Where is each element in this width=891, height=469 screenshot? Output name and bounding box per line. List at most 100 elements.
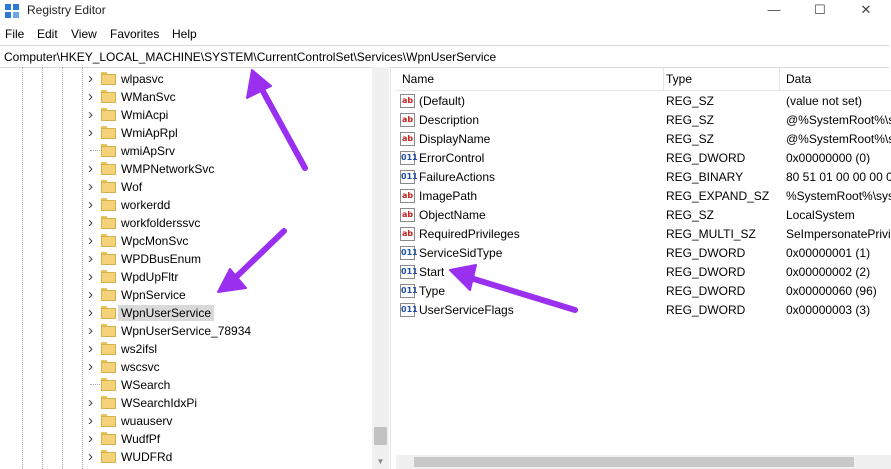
menu-file[interactable]: File: [5, 27, 24, 41]
values-list[interactable]: Name Type Data ab (Default) REG_SZ (value n…: [396, 67, 891, 469]
tree-item-label[interactable]: WpnUserService_78934: [118, 323, 254, 339]
menu-help[interactable]: Help: [172, 27, 197, 41]
tree-item-label[interactable]: Wof: [118, 179, 145, 195]
tree-item[interactable]: › WpnUserService_78934: [0, 322, 372, 340]
chevron-right-icon[interactable]: ›: [88, 269, 98, 284]
menu-view[interactable]: View: [71, 27, 97, 41]
value-row[interactable]: ab (Default) REG_SZ (value not set): [396, 92, 891, 111]
tree-item[interactable]: › WpdUpFltr: [0, 268, 372, 286]
chevron-right-icon[interactable]: ›: [88, 89, 98, 104]
tree-item-label-selected[interactable]: WpnUserService: [118, 305, 215, 321]
tree-item[interactable]: › Wof: [0, 178, 372, 196]
chevron-right-icon[interactable]: ›: [88, 107, 98, 122]
chevron-right-icon[interactable]: ›: [88, 179, 98, 194]
tree-item-label[interactable]: wlpasvc: [118, 71, 167, 87]
value-data: %SystemRoot%\sys: [786, 189, 891, 203]
tree-item-label[interactable]: WpnService: [118, 287, 189, 303]
chevron-right-icon[interactable]: ›: [88, 395, 98, 410]
chevron-right-icon[interactable]: ›: [88, 287, 98, 302]
tree-item-label[interactable]: WmiAcpi: [118, 107, 171, 123]
chevron-right-icon[interactable]: ›: [88, 341, 98, 356]
value-row[interactable]: 011 Start REG_DWORD 0x00000002 (2): [396, 263, 891, 282]
address-bar[interactable]: Computer\HKEY_LOCAL_MACHINE\SYSTEM\Curre…: [0, 45, 889, 68]
tree-item[interactable]: › WpnService: [0, 286, 372, 304]
value-row[interactable]: 011 FailureActions REG_BINARY 80 51 01 00 0…: [396, 168, 891, 187]
tree-item[interactable]: › WpnUserService: [0, 304, 372, 322]
registry-key-tree[interactable]: › wlpasvc › WManSvc › WmiAcpi › WmiApRpl wmiApSr…: [0, 67, 391, 469]
tree-item[interactable]: › WudfPf: [0, 430, 372, 448]
folder-icon: [101, 234, 116, 247]
chevron-right-icon[interactable]: ›: [88, 305, 98, 320]
tree-item[interactable]: › workerdd: [0, 196, 372, 214]
value-row[interactable]: 011 ServiceSidType REG_DWORD 0x00000001 (1): [396, 244, 891, 263]
tree-item-label[interactable]: workerdd: [118, 197, 173, 213]
value-row[interactable]: ab DisplayName REG_SZ @%SystemRoot%\sys: [396, 130, 891, 149]
tree-item[interactable]: › ws2ifsl: [0, 340, 372, 358]
tree-item-label[interactable]: wuauserv: [118, 413, 175, 429]
tree-item-label[interactable]: WpcMonSvc: [118, 233, 191, 249]
maximize-button[interactable]: ☐: [797, 0, 843, 22]
value-row[interactable]: ab RequiredPrivileges REG_MULTI_SZ SeImpers…: [396, 225, 891, 244]
value-data: (value not set): [786, 94, 863, 108]
chevron-right-icon[interactable]: ›: [88, 215, 98, 230]
chevron-right-icon[interactable]: ›: [88, 359, 98, 374]
address-path[interactable]: Computer\HKEY_LOCAL_MACHINE\SYSTEM\Curre…: [4, 50, 496, 64]
column-header-type[interactable]: Type: [660, 67, 780, 91]
tree-item-label[interactable]: WpdUpFltr: [118, 269, 181, 285]
tree-item-label[interactable]: WmiApRpl: [118, 125, 181, 141]
tree-item-label[interactable]: WManSvc: [118, 89, 179, 105]
tree-item-label[interactable]: WMPNetworkSvc: [118, 161, 217, 177]
value-row[interactable]: ab Description REG_SZ @%SystemRoot%\sys: [396, 111, 891, 130]
tree-item[interactable]: wmiApSrv: [0, 142, 372, 160]
tree-vertical-scrollbar[interactable]: ▼: [372, 67, 389, 469]
chevron-right-icon[interactable]: ›: [88, 323, 98, 338]
chevron-right-icon[interactable]: ›: [88, 431, 98, 446]
chevron-right-icon[interactable]: ›: [88, 197, 98, 212]
chevron-right-icon[interactable]: ›: [88, 251, 98, 266]
value-row[interactable]: 011 Type REG_DWORD 0x00000060 (96): [396, 282, 891, 301]
column-header-data[interactable]: Data: [780, 67, 891, 91]
scroll-down-icon[interactable]: ▼: [372, 455, 389, 469]
tree-item-label[interactable]: wscsvc: [118, 359, 163, 375]
values-scroll-thumb[interactable]: [414, 457, 854, 467]
chevron-right-icon[interactable]: ›: [88, 71, 98, 86]
value-row[interactable]: 011 ErrorControl REG_DWORD 0x00000000 (0): [396, 149, 891, 168]
tree-item-label[interactable]: WPDBusEnum: [118, 251, 204, 267]
tree-item-label[interactable]: wmiApSrv: [118, 143, 178, 159]
chevron-right-icon[interactable]: ›: [88, 125, 98, 140]
tree-item[interactable]: › WUDFRd: [0, 448, 372, 466]
minimize-button[interactable]: —: [751, 0, 797, 22]
tree-item-label[interactable]: WUDFRd: [118, 449, 175, 465]
tree-item[interactable]: › wuauserv: [0, 412, 372, 430]
tree-item-label[interactable]: WudfPf: [118, 431, 163, 447]
tree-item[interactable]: WSearch: [0, 376, 372, 394]
tree-item-label[interactable]: WSearchIdxPi: [118, 395, 200, 411]
tree-scroll-thumb[interactable]: [374, 427, 387, 445]
tree-item[interactable]: › WpcMonSvc: [0, 232, 372, 250]
tree-item-label[interactable]: workfolderssvc: [118, 215, 203, 231]
column-header-name[interactable]: Name: [396, 67, 664, 91]
tree-item[interactable]: › WPDBusEnum: [0, 250, 372, 268]
values-horizontal-scrollbar[interactable]: [396, 455, 891, 469]
chevron-right-icon[interactable]: ›: [88, 233, 98, 248]
value-type: REG_SZ: [666, 113, 715, 127]
menu-favorites[interactable]: Favorites: [110, 27, 159, 41]
tree-item[interactable]: › WManSvc: [0, 88, 372, 106]
tree-item[interactable]: › WmiApRpl: [0, 124, 372, 142]
chevron-right-icon[interactable]: ›: [88, 161, 98, 176]
chevron-right-icon[interactable]: ›: [88, 413, 98, 428]
chevron-right-icon[interactable]: ›: [88, 449, 98, 464]
tree-item-label[interactable]: ws2ifsl: [118, 341, 160, 357]
close-button[interactable]: ✕: [843, 0, 889, 22]
tree-item[interactable]: › WSearchIdxPi: [0, 394, 372, 412]
value-row[interactable]: 011 UserServiceFlags REG_DWORD 0x00000003 (…: [396, 301, 891, 320]
menu-edit[interactable]: Edit: [37, 27, 58, 41]
tree-item[interactable]: › wscsvc: [0, 358, 372, 376]
value-row[interactable]: ab ObjectName REG_SZ LocalSystem: [396, 206, 891, 225]
tree-item[interactable]: › WMPNetworkSvc: [0, 160, 372, 178]
tree-item[interactable]: › WmiAcpi: [0, 106, 372, 124]
tree-item[interactable]: › wlpasvc: [0, 70, 372, 88]
tree-item[interactable]: › workfolderssvc: [0, 214, 372, 232]
value-row[interactable]: ab ImagePath REG_EXPAND_SZ %SystemRoot%\sys: [396, 187, 891, 206]
tree-item-label[interactable]: WSearch: [118, 377, 173, 393]
